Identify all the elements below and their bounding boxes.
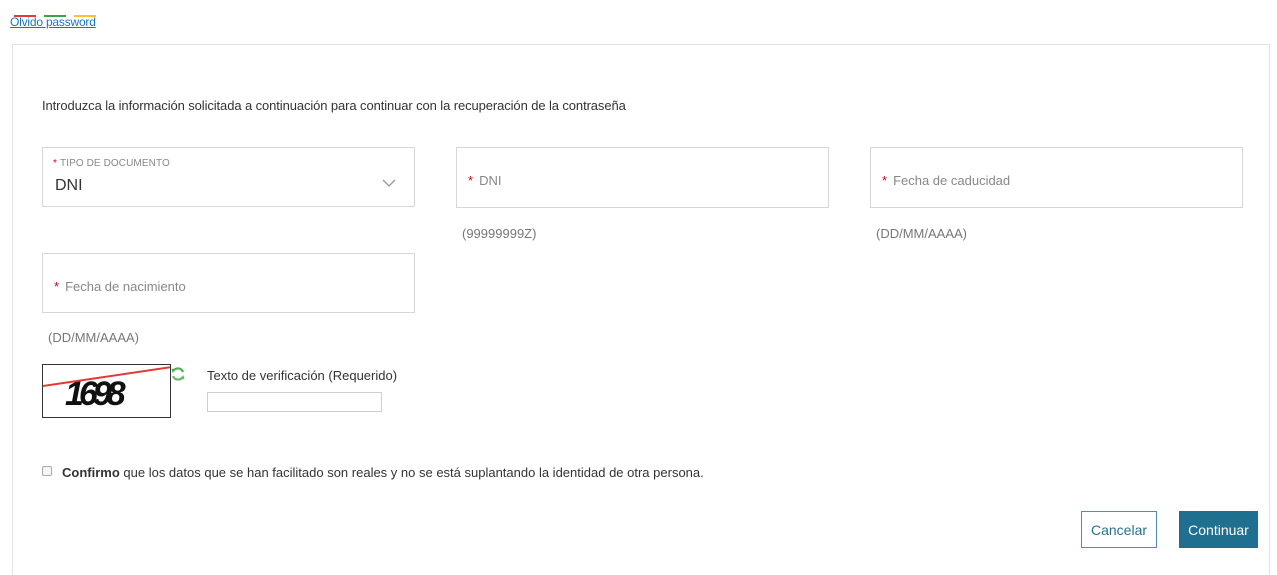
verification-text-label: Texto de verificación (Requerido) xyxy=(207,368,398,383)
required-marker: * xyxy=(468,173,474,188)
document-type-label-text: TIPO DE DOCUMENTO xyxy=(60,158,170,169)
dni-placeholder: * DNI xyxy=(468,173,501,188)
birth-date-format-hint: (DD/MM/AAAA) xyxy=(48,330,139,345)
required-marker: * xyxy=(53,158,57,169)
document-type-value: DNI xyxy=(55,177,83,194)
birth-date-input[interactable]: * Fecha de nacimiento xyxy=(42,253,415,313)
expiry-date-placeholder-text: Fecha de caducidad xyxy=(893,173,1011,188)
refresh-icon[interactable] xyxy=(170,366,186,382)
confirm-label: Confirmo que los datos que se han facili… xyxy=(62,465,704,480)
top-accent-bar xyxy=(14,4,104,17)
birth-date-placeholder-text: Fecha de nacimiento xyxy=(65,279,186,294)
forgot-password-link[interactable]: Olvido password xyxy=(10,15,96,29)
expiry-date-placeholder: * Fecha de caducidad xyxy=(882,173,1010,188)
required-marker: * xyxy=(54,279,60,294)
document-type-select[interactable]: * TIPO DE DOCUMENTO DNI xyxy=(42,147,415,207)
document-type-label: * TIPO DE DOCUMENTO xyxy=(53,158,170,169)
required-marker: * xyxy=(882,173,888,188)
dni-format-hint: (99999999Z) xyxy=(462,226,537,241)
confirm-checkbox[interactable] xyxy=(42,466,52,476)
expiry-date-format-hint: (DD/MM/AAAA) xyxy=(876,226,967,241)
expiry-date-input[interactable]: * Fecha de caducidad xyxy=(870,147,1243,208)
verification-text-input[interactable] xyxy=(207,392,382,412)
dni-input[interactable]: * DNI xyxy=(456,147,829,208)
captcha-image: 1698 xyxy=(42,364,171,418)
confirm-label-bold: Confirmo xyxy=(62,465,120,480)
intro-text: Introduzca la información solicitada a c… xyxy=(42,98,626,113)
chevron-down-icon xyxy=(382,179,396,187)
continue-button[interactable]: Continuar xyxy=(1179,511,1258,548)
birth-date-placeholder: * Fecha de nacimiento xyxy=(54,279,186,294)
cancel-button[interactable]: Cancelar xyxy=(1081,511,1157,548)
dni-placeholder-text: DNI xyxy=(479,173,502,188)
confirm-label-text: que los datos que se han facilitado son … xyxy=(119,465,704,480)
